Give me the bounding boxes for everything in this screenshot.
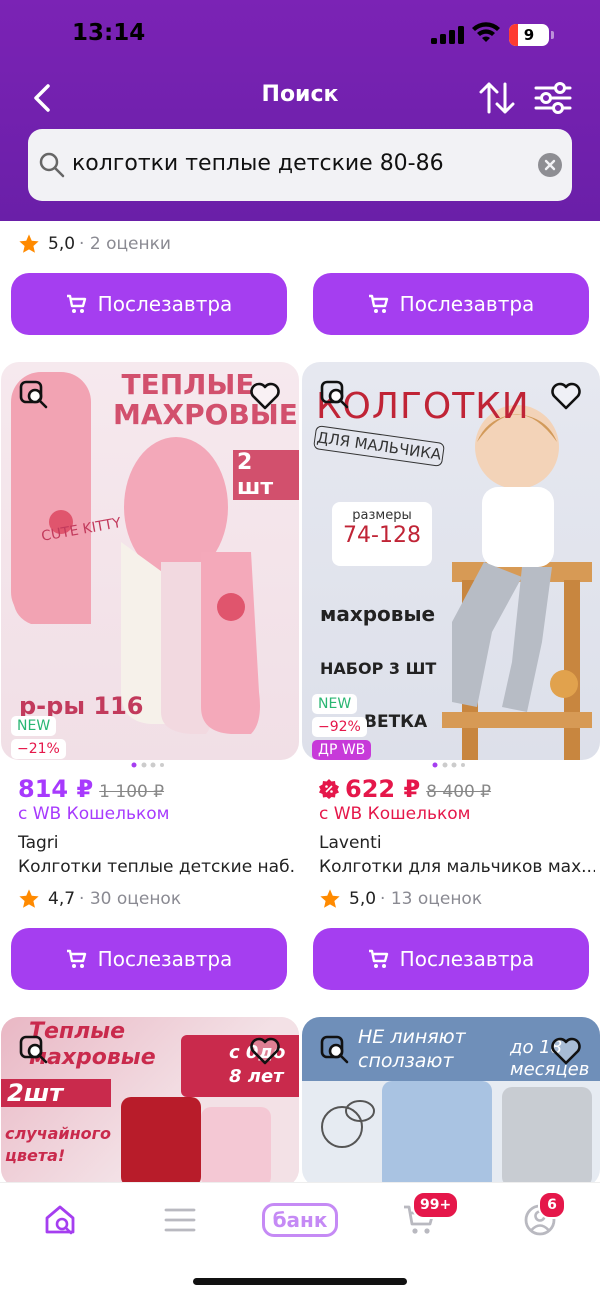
tab-catalog[interactable] — [150, 1197, 210, 1243]
clear-search-icon[interactable] — [538, 153, 562, 177]
price-row: 622 ₽ 8 400 ₽ — [319, 775, 491, 803]
price: 622 ₽ — [345, 775, 421, 803]
find-similar-icon[interactable] — [19, 1035, 49, 1065]
image-pagination-dots — [131, 762, 164, 768]
rating-score: 4,7 — [48, 889, 76, 909]
find-similar-icon[interactable] — [19, 380, 49, 410]
heart-icon[interactable] — [249, 1036, 281, 1066]
tab-home[interactable] — [30, 1197, 90, 1243]
heart-icon[interactable] — [550, 381, 582, 411]
price: 814 ₽ — [18, 775, 94, 803]
product-image[interactable]: ТЕПЛЫЕ МАХРОВЫЕ 2 шт CUTE KITTY р-ры 116… — [1, 362, 299, 760]
promo-badge: ДР WB — [312, 740, 372, 760]
product-image[interactable]: КОЛГОТКИ ДЛЯ МАЛЬЧИКА размеры 74-128 мах… — [302, 362, 600, 760]
old-price: 8 400 ₽ — [426, 782, 492, 802]
discount-badge: −92% — [312, 717, 367, 737]
rating-score: 5,0 — [48, 234, 76, 254]
image-pagination-dots — [432, 762, 465, 768]
product-rating: 5,0 · 2 оценки — [18, 233, 171, 255]
new-badge: NEW — [11, 716, 57, 736]
search-field[interactable]: колготки теплые детские 80-86 — [28, 129, 572, 201]
brand-name: Laventi — [319, 833, 382, 853]
cart-badge: 99+ — [412, 1191, 460, 1219]
menu-icon — [164, 1208, 196, 1232]
image-sizes-box: размеры 74-128 — [332, 502, 432, 566]
rating-count: · 30 оценок — [79, 889, 182, 909]
status-time: 13:14 — [72, 20, 146, 46]
product-image[interactable]: НЕ линяют сползают до 18 месяцев — [302, 1017, 600, 1187]
tab-cart[interactable]: 99+ — [390, 1191, 460, 1243]
image-pack-label: 2шт — [1, 1079, 111, 1107]
product-title[interactable]: Колготки теплые детские наб... — [18, 857, 294, 877]
discount-icon — [319, 779, 339, 799]
cellular-signal-icon — [431, 26, 464, 44]
heart-icon[interactable] — [249, 381, 281, 411]
add-to-cart-button[interactable]: Послезавтра — [11, 273, 287, 335]
add-to-cart-button[interactable]: Послезавтра — [313, 273, 589, 335]
rating-score: 5,0 — [349, 889, 377, 909]
product-image[interactable]: Теплые махровые 2шт случайного цвета! с … — [1, 1017, 299, 1187]
star-icon — [19, 889, 39, 908]
star-icon — [19, 234, 39, 253]
discount-badge: −21% — [11, 739, 66, 759]
sort-button[interactable] — [478, 80, 516, 116]
rating-count: · 2 оценки — [79, 234, 171, 254]
header: 13:14 9 Поиск колготки теплые детские 80… — [0, 0, 600, 221]
wallet-note: с WB Кошельком — [18, 804, 170, 824]
find-similar-icon[interactable] — [320, 380, 350, 410]
image-color-note: случайного цвета! — [5, 1124, 112, 1165]
image-feature: махровые — [320, 602, 436, 626]
search-query[interactable]: колготки теплые детские 80-86 — [72, 151, 444, 176]
rating-count: · 13 оценок — [380, 889, 483, 909]
find-similar-icon[interactable] — [320, 1035, 350, 1065]
image-headline: НЕ линяют сползают — [358, 1026, 466, 1072]
cart-icon — [368, 294, 388, 313]
brand-name: Tagri — [18, 833, 59, 853]
bank-label: банк — [261, 1203, 339, 1237]
pacifier-icon — [321, 1100, 375, 1148]
home-indicator — [193, 1278, 407, 1285]
cart-icon — [66, 294, 86, 313]
search-icon — [39, 152, 65, 178]
wifi-icon — [472, 22, 500, 42]
filter-button[interactable] — [534, 80, 572, 116]
image-headline: ТЕПЛЫЕ МАХРОВЫЕ — [113, 368, 298, 431]
status-bar: 13:14 9 — [0, 0, 600, 70]
tab-profile[interactable]: 6 — [510, 1191, 570, 1243]
profile-badge: 6 — [538, 1191, 566, 1219]
star-icon — [320, 889, 340, 908]
cart-icon — [368, 949, 388, 968]
home-search-icon — [45, 1205, 75, 1235]
price-row: 814 ₽ 1 100 ₽ — [18, 775, 164, 803]
battery-icon: 9 — [509, 24, 555, 46]
add-to-cart-button[interactable]: Послезавтра — [11, 928, 287, 990]
image-feature: НАБОР 3 ШТ — [320, 659, 437, 678]
wallet-note: с WB Кошельком — [319, 804, 471, 824]
cart-icon — [66, 949, 86, 968]
old-price: 1 100 ₽ — [99, 782, 165, 802]
new-badge: NEW — [312, 694, 358, 714]
image-pack-label: 2 шт — [233, 450, 299, 500]
add-to-cart-button[interactable]: Послезавтра — [313, 928, 589, 990]
tab-bank[interactable]: банк — [261, 1197, 339, 1243]
product-rating: 4,7 · 30 оценок — [18, 888, 181, 910]
product-rating: 5,0 · 13 оценок — [319, 888, 482, 910]
image-feature: ВЕТКА — [364, 712, 428, 732]
heart-icon[interactable] — [550, 1036, 582, 1066]
image-headline: Теплые махровые — [29, 1019, 156, 1070]
product-title[interactable]: Колготки для мальчиков мах... — [319, 857, 595, 877]
